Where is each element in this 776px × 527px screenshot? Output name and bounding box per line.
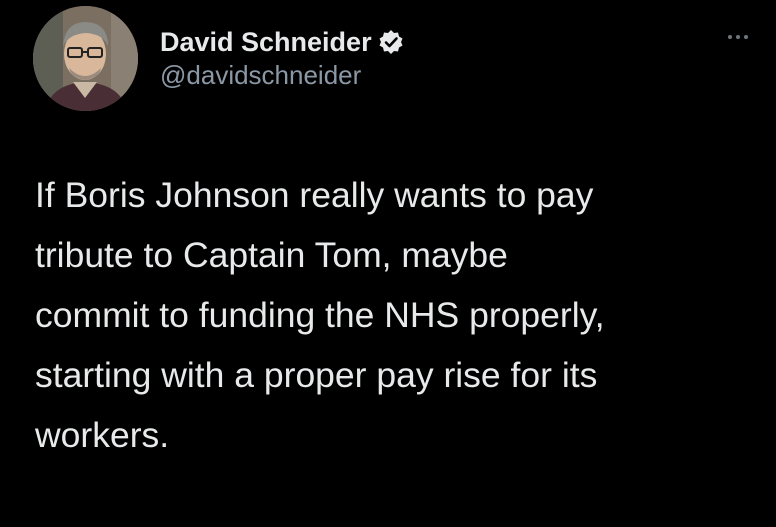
display-name[interactable]: David Schneider	[160, 27, 372, 58]
tweet-text-line: tribute to Captain Tom, maybe	[35, 235, 508, 275]
tweet-text-line: If Boris Johnson really wants to pay	[35, 175, 594, 215]
tweet-text: If Boris Johnson really wants to pay tri…	[35, 165, 755, 465]
author-name-row: David Schneider	[160, 22, 404, 62]
author-handle[interactable]: @davidschneider	[160, 60, 361, 91]
more-options-icon	[728, 35, 732, 39]
more-options-icon	[744, 35, 748, 39]
tweet-text-line: commit to funding the NHS properly,	[35, 295, 605, 335]
avatar[interactable]	[33, 6, 138, 111]
more-options-icon	[736, 35, 740, 39]
verified-badge-icon	[378, 29, 404, 55]
tweet-card: David Schneider @davidschneider If Boris…	[0, 0, 776, 527]
tweet-text-line: starting with a proper pay rise for its	[35, 355, 598, 395]
more-options-button[interactable]	[718, 20, 758, 54]
tweet-text-line: workers.	[35, 415, 170, 455]
avatar-photo-icon	[33, 6, 138, 111]
